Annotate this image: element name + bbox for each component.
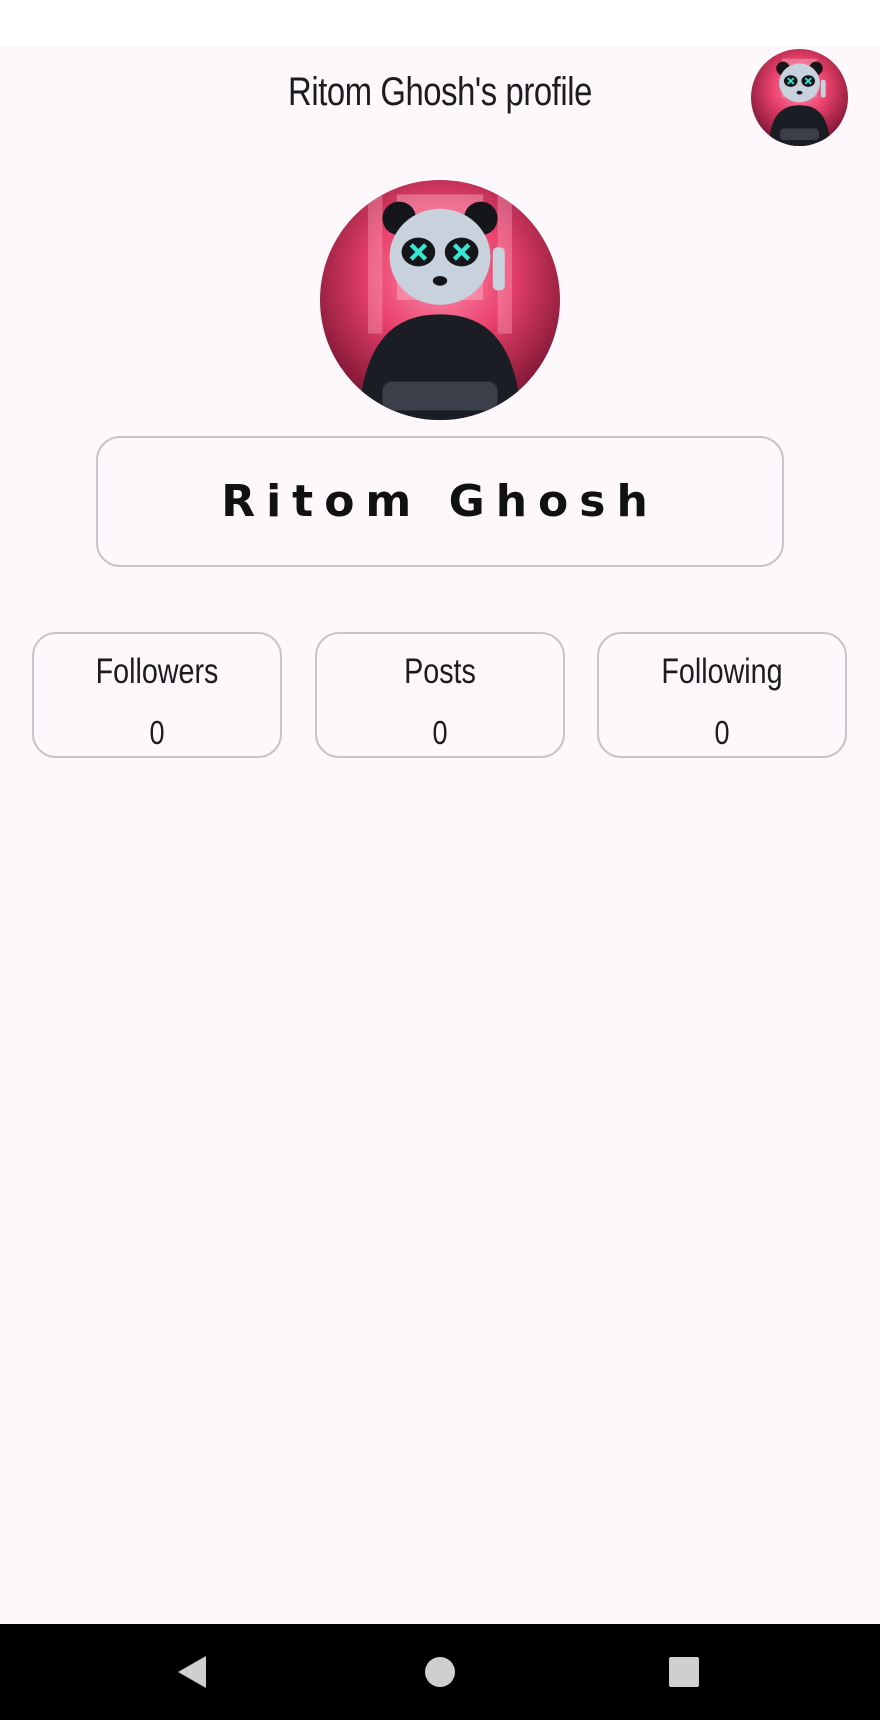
profile-name-card: Ritom Ghosh [96, 436, 784, 567]
back-triangle-icon [178, 1656, 206, 1688]
back-button[interactable] [164, 1644, 220, 1700]
posts-label: Posts [404, 652, 476, 691]
followers-label: Followers [95, 652, 219, 691]
followers-count: 0 [149, 714, 165, 751]
followers-card[interactable]: Followers 0 [32, 632, 282, 758]
posts-card[interactable]: Posts 0 [315, 632, 565, 758]
recents-square-icon [669, 1657, 699, 1687]
page-title: Ritom Ghosh's profile [288, 70, 592, 114]
posts-count: 0 [432, 714, 448, 751]
recents-button[interactable] [656, 1644, 712, 1700]
profile-name: Ritom Ghosh [221, 476, 659, 527]
profile-screen: Ritom Ghosh's profile Ritom Ghosh Follow… [0, 0, 880, 1720]
panda-mask-avatar-icon [320, 180, 560, 420]
system-navigation-bar [0, 1624, 880, 1720]
following-count: 0 [714, 714, 730, 751]
status-bar [0, 0, 880, 46]
home-button[interactable] [412, 1644, 468, 1700]
following-card[interactable]: Following 0 [597, 632, 847, 758]
profile-avatar[interactable] [320, 180, 560, 420]
following-label: Following [661, 652, 783, 691]
header-avatar[interactable] [751, 49, 848, 146]
home-circle-icon [425, 1657, 455, 1687]
panda-mask-avatar-icon [751, 49, 848, 146]
